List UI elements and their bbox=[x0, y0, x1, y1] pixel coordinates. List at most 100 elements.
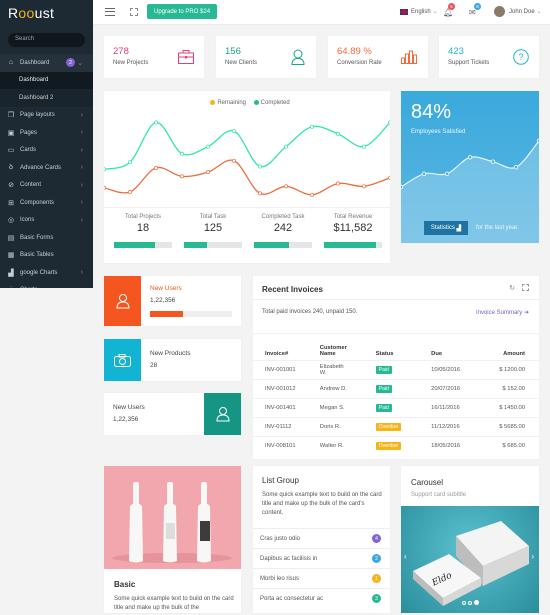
chevron-right-icon: › bbox=[80, 146, 83, 154]
invoice-id-link[interactable]: INV-001001 bbox=[253, 359, 320, 379]
sidebar-subitem-dashboard-2[interactable]: Dashboard 2 bbox=[0, 89, 93, 107]
expand-icon[interactable] bbox=[522, 284, 529, 291]
statistics-button[interactable]: Statistics ▟ bbox=[424, 221, 468, 235]
carousel-dot[interactable] bbox=[473, 600, 479, 605]
status-badge: Paid bbox=[375, 384, 392, 393]
data-point-remaining[interactable] bbox=[154, 165, 158, 170]
language-selector[interactable]: English ⌄ bbox=[400, 8, 438, 15]
legend-completed[interactable]: Completed bbox=[261, 100, 290, 106]
data-point-completed[interactable] bbox=[232, 129, 236, 133]
area-data-point[interactable] bbox=[536, 138, 539, 143]
area-data-point[interactable] bbox=[490, 159, 496, 164]
list-item[interactable]: Dapibus ac facilisis in 2 bbox=[253, 548, 390, 568]
kpi-progress bbox=[114, 242, 172, 248]
sidebar-item-icons[interactable]: ◎ Icons › bbox=[0, 212, 93, 230]
data-point-completed[interactable] bbox=[388, 120, 390, 125]
invoice-id-link[interactable]: INV-01112 bbox=[253, 416, 320, 436]
logo[interactable]: Rooust bbox=[0, 0, 93, 27]
data-point-remaining[interactable] bbox=[362, 184, 366, 189]
area-data-point[interactable] bbox=[401, 184, 404, 190]
sidebar-item-pages[interactable]: ▣ Pages › bbox=[0, 124, 93, 142]
invoice-id-link[interactable]: INV-001012 bbox=[253, 378, 320, 398]
list-item[interactable]: Morbi leo risus 1 bbox=[253, 568, 390, 588]
menu-toggle-icon[interactable] bbox=[105, 8, 115, 16]
series-line-completed bbox=[104, 121, 390, 170]
data-point-completed[interactable] bbox=[206, 144, 210, 149]
logo-text-end: ust bbox=[34, 5, 55, 21]
refresh-icon[interactable]: ↻ bbox=[509, 284, 515, 292]
data-point-remaining[interactable] bbox=[206, 170, 210, 175]
upgrade-button[interactable]: Upgrade to PRO $24 bbox=[147, 4, 218, 19]
data-point-completed[interactable] bbox=[104, 167, 106, 172]
table-row[interactable]: INV-001001 Elizabeth W. Paid 10/05/2016 $ 12… bbox=[253, 359, 539, 379]
data-point-completed[interactable] bbox=[180, 151, 184, 156]
carousel-card: Carousel Support card subtitle Eldo ‹ › bbox=[401, 466, 539, 613]
bottles-image bbox=[104, 466, 241, 569]
user-icon bbox=[289, 48, 306, 65]
copy-icon: ❐ bbox=[7, 112, 15, 120]
sidebar-item-dashboard[interactable]: ⌂ Dashboard 2 ⌄ bbox=[0, 54, 93, 72]
data-point-remaining[interactable] bbox=[180, 174, 184, 179]
legend-remaining[interactable]: Remaining bbox=[217, 100, 246, 106]
data-point-completed[interactable] bbox=[310, 124, 314, 129]
area-data-point[interactable] bbox=[421, 171, 427, 176]
carousel-next-icon[interactable]: › bbox=[531, 552, 534, 561]
notifications-button[interactable]: 🔔︎ 5 bbox=[443, 3, 455, 17]
sidebar-item-charts[interactable]: ⫶ Charts › bbox=[0, 282, 93, 288]
due-date: 10/05/2016 bbox=[431, 359, 477, 379]
list-item[interactable]: Porta ac consectetur ac 3 bbox=[253, 588, 390, 608]
user-avatar[interactable] bbox=[494, 6, 505, 17]
data-point-completed[interactable] bbox=[336, 131, 340, 136]
invoices-title: Recent Invoices bbox=[262, 285, 323, 294]
due-date: 11/12/2016 bbox=[431, 416, 477, 436]
chevron-down-icon: ⌄ bbox=[536, 9, 542, 15]
invoice-id-link[interactable]: INV-008101 bbox=[253, 435, 320, 455]
table-row[interactable]: INV-01112 Doris R. Overdue 11/12/2016 $ 5685… bbox=[253, 416, 539, 436]
invoices-table: Invoice# Customer Name Status Due Amount… bbox=[253, 336, 539, 455]
invoice-id-link[interactable]: INV-001401 bbox=[253, 397, 320, 417]
line-chart-icon: ⫶ bbox=[7, 286, 15, 288]
carousel-prev-icon[interactable]: ‹ bbox=[404, 552, 407, 561]
stat-value: 278 bbox=[113, 46, 129, 57]
invoice-summary-link[interactable]: Invoice Summary ➔ bbox=[476, 309, 529, 316]
carousel-dot[interactable] bbox=[467, 601, 472, 605]
list-item[interactable]: Cras justo odio 4 bbox=[253, 528, 390, 548]
area-data-point[interactable] bbox=[467, 155, 473, 160]
stat-card-new-clients: 156 New Clients bbox=[216, 36, 316, 78]
data-point-completed[interactable] bbox=[284, 144, 288, 149]
data-point-remaining[interactable] bbox=[232, 158, 236, 163]
table-row[interactable]: INV-001012 Andrew D. Paid 20/07/2016 $ 152.0… bbox=[253, 378, 539, 398]
user-menu[interactable]: John Doe ⌄ bbox=[509, 8, 541, 15]
data-point-remaining[interactable] bbox=[284, 184, 288, 189]
sidebar-item-advance-cards[interactable]: ꝺ Advance Cards › bbox=[0, 159, 93, 177]
sidebar-item-basic-tables[interactable]: ▦ Basic Tables bbox=[0, 247, 93, 265]
area-data-point[interactable] bbox=[513, 164, 519, 170]
area-data-point[interactable] bbox=[444, 171, 450, 176]
data-point-completed[interactable] bbox=[362, 144, 366, 149]
sidebar-item-basic-forms[interactable]: ▤ Basic Forms bbox=[0, 229, 93, 247]
data-point-completed[interactable] bbox=[258, 164, 262, 169]
sidebar-search-input[interactable]: Search bbox=[8, 33, 85, 47]
card-icon: ▭ bbox=[7, 147, 15, 155]
carousel-dot[interactable] bbox=[461, 601, 466, 605]
data-point-remaining[interactable] bbox=[128, 190, 132, 194]
data-point-completed[interactable] bbox=[128, 160, 132, 165]
fullscreen-icon[interactable] bbox=[130, 8, 138, 16]
messages-button[interactable]: ✉ 8 bbox=[469, 3, 481, 17]
sidebar-item-components[interactable]: ⊞ Components › bbox=[0, 194, 93, 212]
data-point-remaining[interactable] bbox=[104, 185, 106, 190]
data-point-completed[interactable] bbox=[154, 120, 158, 125]
status-cell: Overdue bbox=[347, 435, 432, 455]
sidebar-item-google-charts[interactable]: ▟ google Charts › bbox=[0, 264, 93, 282]
data-point-remaining[interactable] bbox=[310, 192, 314, 197]
table-row[interactable]: INV-008101 Walter R. Overdue 18/05/2016 $ 68… bbox=[253, 435, 539, 455]
sidebar-item-page-layouts[interactable]: ❐ Page layouts › bbox=[0, 107, 93, 125]
sidebar-item-cards[interactable]: ▭ Cards › bbox=[0, 142, 93, 160]
sidebar-item-content[interactable]: ⊘ Content › bbox=[0, 177, 93, 195]
data-point-remaining[interactable] bbox=[388, 175, 390, 180]
data-point-remaining[interactable] bbox=[336, 181, 340, 186]
data-point-remaining[interactable] bbox=[258, 191, 262, 196]
logo-accent: oo bbox=[18, 5, 35, 21]
table-row[interactable]: INV-001401 Megan S. Paid 16/11/2016 $ 1450.0… bbox=[253, 397, 539, 417]
sidebar-subitem-dashboard[interactable]: Dashboard bbox=[0, 71, 93, 89]
